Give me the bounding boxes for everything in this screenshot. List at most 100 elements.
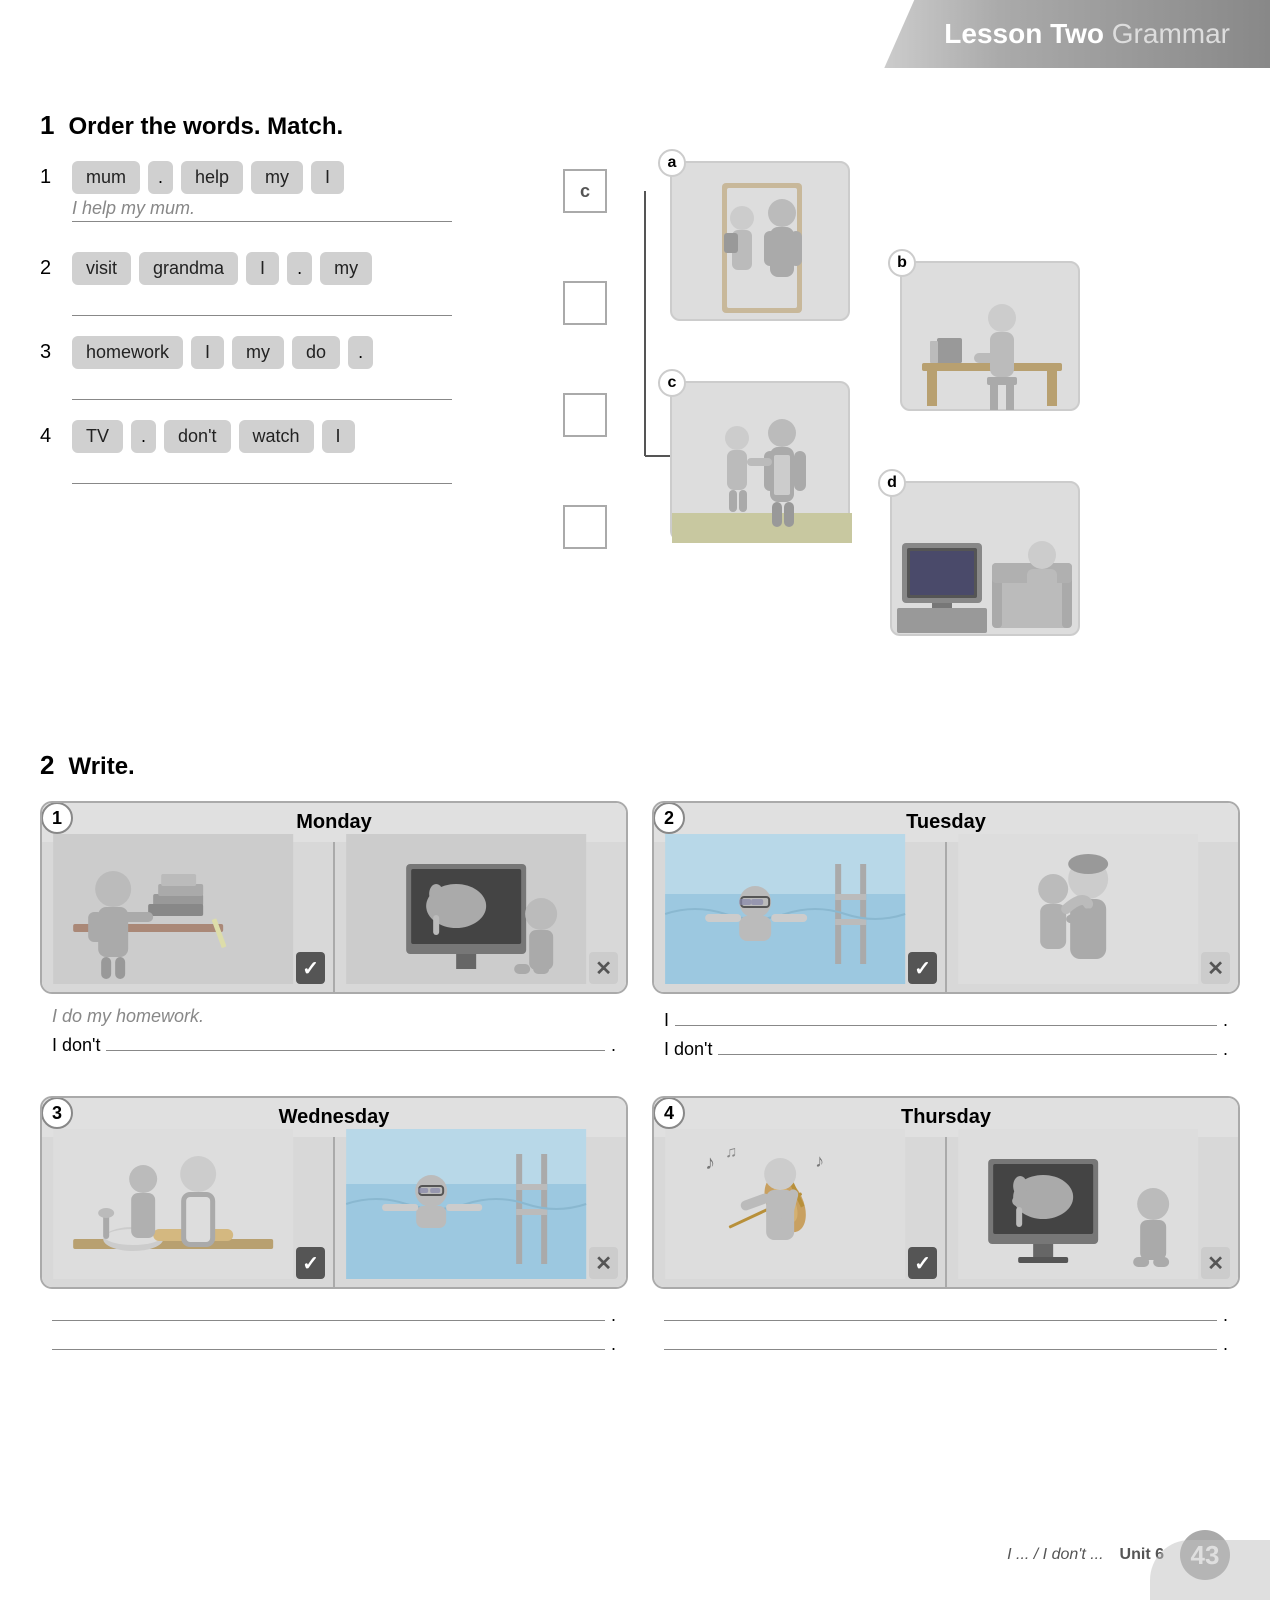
card2-number: 2 xyxy=(653,802,685,834)
card1-line1-text: I do my homework. xyxy=(52,1006,204,1027)
card3-day: Wednesday xyxy=(279,1106,390,1128)
day-card-2: 2 Tuesday xyxy=(652,801,1240,1072)
day-card-2-inner: 2 Tuesday xyxy=(652,801,1240,994)
card1-line2: I don't . xyxy=(52,1031,616,1056)
image-d: d xyxy=(890,481,1080,636)
card3-number: 3 xyxy=(41,1097,73,1129)
card3-period1: . xyxy=(611,1305,616,1326)
card1-images: ✓ xyxy=(42,842,626,992)
card4-day: Thursday xyxy=(901,1106,991,1128)
card2-line1: I . xyxy=(664,1006,1228,1031)
scene-c-svg xyxy=(672,383,852,543)
image-a: a xyxy=(670,161,850,321)
word-row-4: 4 TV . don't watch I xyxy=(40,420,520,453)
match-box-1[interactable]: c xyxy=(563,169,607,213)
card3-period2: . xyxy=(611,1334,616,1355)
row1-answer: I help my mum. xyxy=(72,198,195,219)
card2-line1-prefix: I xyxy=(664,1010,669,1031)
chip-dot: . xyxy=(131,420,156,453)
card1-check1: ✓ xyxy=(296,952,325,984)
card4-cross1: ✕ xyxy=(1201,1247,1230,1279)
card1-img2: ✕ xyxy=(335,842,626,992)
section-1: 1 Order the words. Match. 1 mum . help m… xyxy=(40,110,1240,621)
section1-heading: Order the words. Match. xyxy=(68,113,343,141)
row2-num: 2 xyxy=(40,257,60,280)
svg-text:♫: ♫ xyxy=(725,1144,737,1161)
card1-line1: I do my homework. xyxy=(52,1006,616,1027)
svg-text:♪: ♪ xyxy=(815,1151,824,1171)
card2-line2: I don't . xyxy=(664,1035,1228,1060)
row3-num: 3 xyxy=(40,341,60,364)
card1-line2-blank[interactable] xyxy=(106,1031,605,1051)
match-box-2[interactable] xyxy=(563,281,607,325)
section-2: 2 Write. 1 Monday xyxy=(40,750,1240,1367)
card4-scene1-svg: ♪ ♫ ♪ xyxy=(662,1129,908,1279)
match-boxes: c xyxy=(550,161,620,621)
card2-line2-prefix: I don't xyxy=(664,1039,712,1060)
section2-number: 2 xyxy=(40,750,54,781)
card1-scene1-svg xyxy=(50,834,296,984)
day-card-3-inner: 3 Wednesday xyxy=(40,1096,628,1289)
day-card-4-inner: 4 Thursday ♪ ♫ ♪ xyxy=(652,1096,1240,1289)
card4-img1: ♪ ♫ ♪ xyxy=(654,1137,947,1287)
chip: help xyxy=(181,161,243,194)
match-box-3[interactable] xyxy=(563,393,607,437)
chip: do xyxy=(292,336,340,369)
card1-period: . xyxy=(611,1035,616,1056)
card3-line1-blank[interactable] xyxy=(52,1301,605,1321)
footer-text: I ... / I don't ... xyxy=(1007,1546,1103,1564)
chip-dot: . xyxy=(148,161,173,194)
word-row-3: 3 homework I my do . xyxy=(40,336,520,369)
word-row-1: 1 mum . help my I I help my mum. xyxy=(40,161,520,222)
card3-img2: ✕ xyxy=(335,1137,626,1287)
svg-text:♪: ♪ xyxy=(705,1152,715,1174)
card2-scene1-svg xyxy=(662,834,908,984)
row4-num: 4 xyxy=(40,425,60,448)
chip: I xyxy=(246,252,279,285)
card2-line2-blank[interactable] xyxy=(718,1035,1217,1055)
chip: I xyxy=(311,161,344,194)
row1-chips: mum . help my I xyxy=(72,161,344,194)
card4-img2: ✕ xyxy=(947,1137,1238,1287)
row3-chips: homework I my do . xyxy=(72,336,373,369)
card1-writelines: I do my homework. I don't . xyxy=(40,994,628,1068)
card3-line2: . xyxy=(52,1330,616,1355)
card3-line2-blank[interactable] xyxy=(52,1330,605,1350)
card4-line2: . xyxy=(664,1330,1228,1355)
image-label-a: a xyxy=(658,149,686,177)
word-row-2: 2 visit grandma I . my xyxy=(40,252,520,285)
row2-chips: visit grandma I . my xyxy=(72,252,372,285)
card4-scene2-svg xyxy=(955,1129,1201,1279)
card1-scene2-svg xyxy=(343,834,589,984)
scene-d-svg xyxy=(892,483,1082,638)
chip: mum xyxy=(72,161,140,194)
section1-number: 1 xyxy=(40,110,54,141)
chip: TV xyxy=(72,420,123,453)
card2-img2: ✕ xyxy=(947,842,1238,992)
card4-line2-blank[interactable] xyxy=(664,1330,1217,1350)
card4-line1-blank[interactable] xyxy=(664,1301,1217,1321)
chip: grandma xyxy=(139,252,238,285)
words-column: 1 mum . help my I I help my mum. 2 visit xyxy=(40,161,520,621)
image-label-d: d xyxy=(878,469,906,497)
card2-writelines: I . I don't . xyxy=(652,994,1240,1072)
match-box-4[interactable] xyxy=(563,505,607,549)
card2-period2: . xyxy=(1223,1039,1228,1060)
card3-img1: ✓ xyxy=(42,1137,335,1287)
images-column: a xyxy=(650,161,1240,621)
header-title: Lesson Two Grammar xyxy=(944,18,1230,49)
card1-cross1: ✕ xyxy=(589,952,618,984)
card2-day: Tuesday xyxy=(906,811,986,833)
day-card-1-inner: 1 Monday xyxy=(40,801,628,994)
chip-dot: . xyxy=(287,252,312,285)
card1-number: 1 xyxy=(41,802,73,834)
card4-number: 4 xyxy=(653,1097,685,1129)
day-card-4: 4 Thursday ♪ ♫ ♪ xyxy=(652,1096,1240,1367)
chip: homework xyxy=(72,336,183,369)
card2-period1: . xyxy=(1223,1010,1228,1031)
card3-writelines: . . xyxy=(40,1289,628,1367)
image-c: c xyxy=(670,381,850,541)
card2-line1-blank[interactable] xyxy=(675,1006,1217,1026)
card1-line2-prefix: I don't xyxy=(52,1035,100,1056)
card2-scene2-svg xyxy=(955,834,1201,984)
